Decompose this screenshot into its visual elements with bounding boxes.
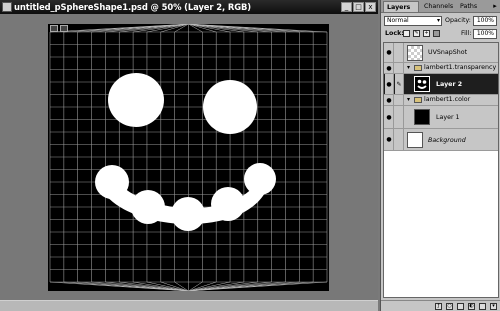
layer-name: UVSnapShot [428,49,468,56]
document-titlebar[interactable]: untitled_pSphereShape1.psd @ 50% (Layer … [0,0,378,14]
layer-group-row[interactable]: ● ▾ lambert1.transparency [384,63,498,74]
palette-tabs: Layers Channels Paths ▸ [381,0,500,13]
brush-link-icon[interactable] [395,106,404,128]
lock-label: Lock: [385,30,404,37]
brush-link-icon[interactable] [395,63,404,73]
brush-link-icon[interactable] [395,95,404,105]
tab-paths[interactable]: Paths [457,1,483,12]
layers-list: ● UVSnapShot ● ▾ lambert1.transparency ●… [383,42,499,298]
eye-icon[interactable]: ● [385,129,394,150]
new-layer-icon[interactable] [479,302,486,310]
mini-icon-b [60,25,68,32]
brush-link-icon[interactable]: ✎ [395,74,404,94]
layer-name: Background [428,137,466,144]
layer-row[interactable]: ● Layer 1 [384,106,498,129]
palette-bottom-bar: ƒ ○ ◐ ▾ [381,300,500,311]
left-eye [108,73,164,127]
folder-icon [414,65,422,71]
layer-name: Layer 2 [436,81,463,88]
blend-mode-select[interactable]: Normal [384,16,442,26]
layer-thumbnail [414,109,430,125]
tab-channels[interactable]: Channels [421,1,457,12]
uv-grid-artwork [49,24,328,291]
document-title: untitled_pSphereShape1.psd @ 50% (Layer … [14,2,251,12]
layer-name: lambert1.transparency [424,64,497,71]
layer-thumbnail [414,76,430,92]
layer-row[interactable]: ● Background [384,129,498,151]
opacity-field[interactable]: 100% [473,16,497,26]
fill-field[interactable]: 100% [473,29,497,39]
document-window: untitled_pSphereShape1.psd @ 50% (Layer … [0,0,378,311]
opacity-label: Opacity: [445,17,471,24]
palette-menu-icon[interactable]: ▸ [491,2,499,10]
layer-row[interactable]: ● UVSnapShot [384,43,498,63]
fill-label: Fill: [461,30,472,37]
lock-move-icon[interactable]: + [423,30,430,37]
layer-thumbnail [407,132,423,148]
lock-all-icon[interactable] [433,30,440,37]
layer-row-selected[interactable]: ● ✎ Layer 2 [384,74,498,95]
triangle-down-icon[interactable]: ▾ [407,96,410,103]
mini-icon-a [50,25,58,32]
right-eye [203,80,257,134]
eye-icon[interactable]: ● [385,95,394,105]
smiley-thumb-icon [417,79,427,89]
image-canvas[interactable] [48,24,329,291]
layer-thumbnail [407,45,423,61]
lock-transparency-icon[interactable] [403,30,410,37]
mask-icon[interactable]: ○ [446,302,453,310]
new-set-icon[interactable] [457,302,464,310]
eye-icon[interactable]: ● [385,106,394,128]
document-icon [2,2,12,12]
layer-group-row[interactable]: ● ▾ lambert1.color [384,95,498,106]
lock-row: Lock: ✎ + Fill: 100% [381,28,500,40]
layers-palette: Layers Channels Paths ▸ Normal Opacity: … [380,0,500,311]
eye-icon[interactable]: ● [385,74,394,94]
brush-link-icon[interactable] [395,129,404,150]
maximize-button[interactable]: □ [353,2,364,12]
close-button[interactable]: x [365,2,376,12]
eye-icon[interactable]: ● [385,63,394,73]
document-statusbar [0,300,378,311]
eye-icon[interactable]: ● [385,43,394,62]
folder-icon [414,97,422,103]
layer-style-icon[interactable]: ƒ [435,302,442,310]
adjustment-icon[interactable]: ◐ [468,302,475,310]
blend-row: Normal Opacity: 100% [381,15,500,27]
trash-icon[interactable]: ▾ [490,302,497,310]
tab-layers[interactable]: Layers [383,1,419,12]
layer-name: Layer 1 [436,114,460,121]
layer-name: lambert1.color [424,96,471,103]
lock-paint-icon[interactable]: ✎ [413,30,420,37]
minimize-button[interactable]: _ [341,2,352,12]
canvas-mini-icons [50,25,68,32]
window-controls: _ □ x [341,2,376,12]
smiley-face [95,73,276,231]
triangle-down-icon[interactable]: ▾ [407,64,410,71]
brush-link-icon[interactable] [395,43,404,62]
